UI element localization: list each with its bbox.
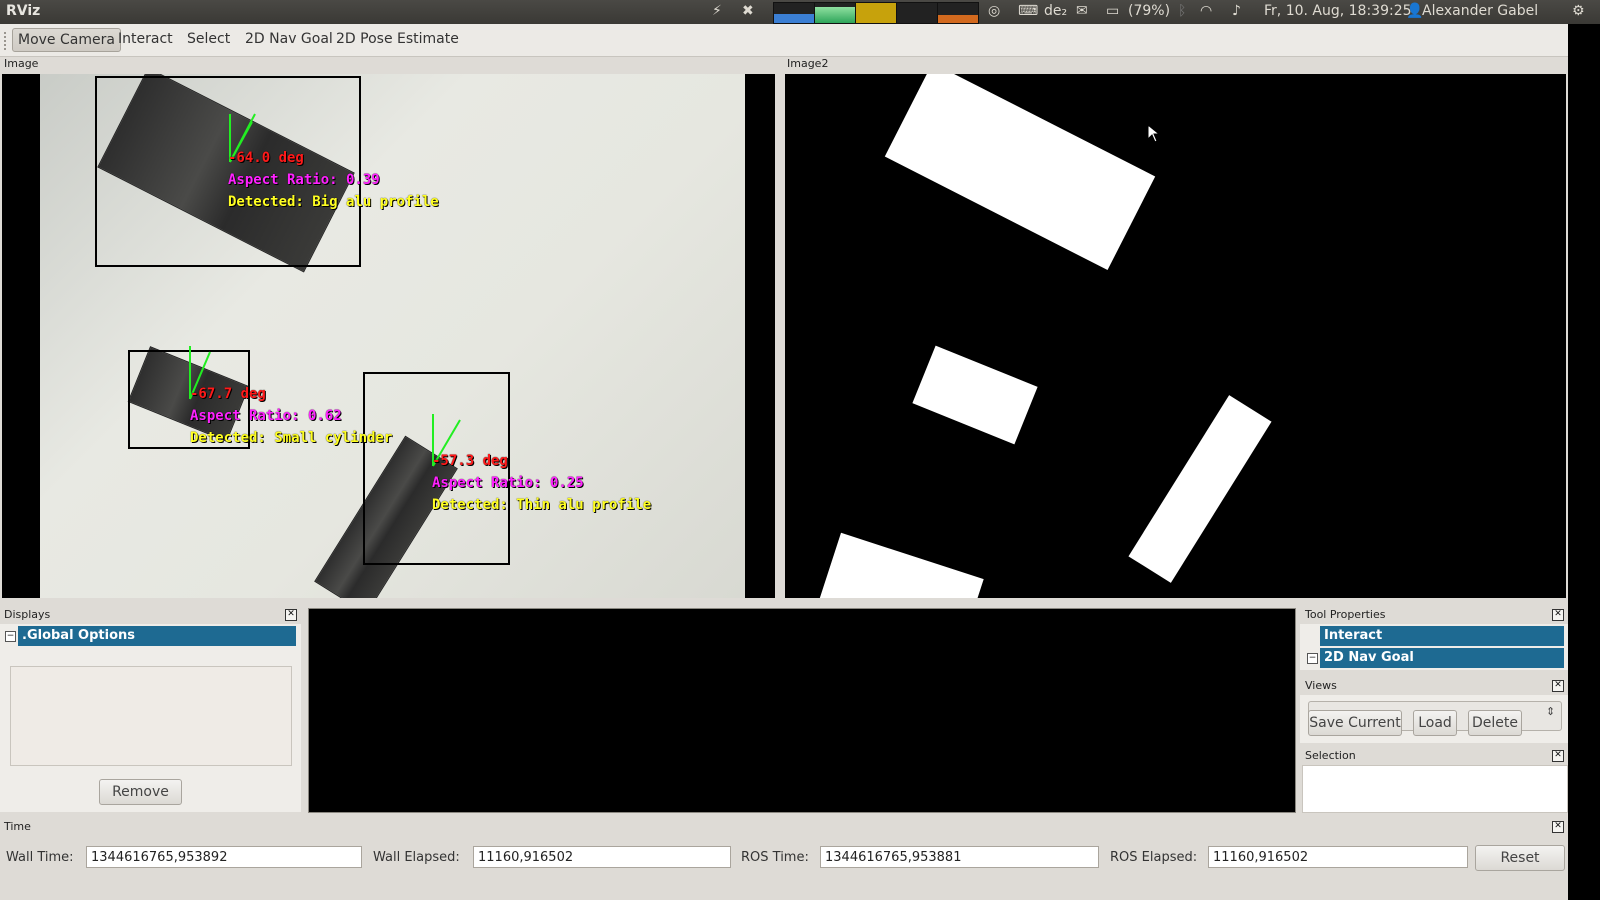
tool-properties-panel: Interact − 2D Nav Goal [1300, 624, 1568, 670]
spin-arrows-icon[interactable]: ⇕ [1546, 705, 1555, 718]
wall-time-field[interactable]: 1344616765,953892 [86, 846, 362, 868]
toolbar-grip[interactable] [4, 32, 9, 50]
tool-2d-pose-estimate[interactable]: 2D Pose Estimate [331, 28, 464, 50]
swap-meter[interactable] [896, 2, 938, 24]
views-panel: ⇕ Save Current Load Delete [1300, 695, 1568, 743]
save-current-button[interactable]: Save Current [1308, 710, 1402, 736]
time-title: Time [4, 820, 31, 833]
ros-elapsed-label: ROS Elapsed: [1110, 850, 1198, 865]
mouse-cursor-icon [1147, 124, 1161, 143]
collapse-icon[interactable]: − [5, 631, 16, 642]
reset-button[interactable]: Reset [1475, 845, 1565, 871]
user-name[interactable]: Alexander Gabel [1422, 3, 1538, 19]
keyboard-layout[interactable]: de₂ [1044, 3, 1067, 19]
image2-view[interactable] [785, 74, 1566, 598]
detection-class-thin: Detected: Thin alu profile [432, 497, 652, 513]
ros-time-field[interactable]: 1344616765,953881 [820, 846, 1099, 868]
load-meter[interactable] [937, 2, 979, 24]
mask-blob-partial [816, 532, 984, 598]
mail-icon[interactable]: ✉ [1076, 3, 1088, 19]
tool-properties-item-2d-nav-goal[interactable]: 2D Nav Goal [1320, 648, 1564, 668]
settings-gear-icon[interactable]: ⚙ [1572, 3, 1585, 19]
time-close-icon[interactable]: ✕ [1552, 821, 1564, 833]
clock[interactable]: Fr, 10. Aug, 18:39:25 [1264, 3, 1412, 19]
detection-class-small: Detected: Small cylinder [190, 430, 393, 446]
orientation-markers [189, 113, 461, 467]
tool-properties-close-icon[interactable]: ✕ [1552, 609, 1564, 621]
mask-blob-thin [1128, 395, 1272, 583]
bluetooth-icon[interactable]: ᛒ [1178, 3, 1186, 19]
views-title: Views [1305, 679, 1337, 692]
wifi-icon[interactable]: ◠ [1200, 3, 1212, 19]
tool-properties-item-interact[interactable]: Interact [1320, 626, 1564, 646]
keyboard-icon[interactable]: ⌨ [1018, 3, 1038, 19]
ros-elapsed-field[interactable]: 11160,916502 [1208, 846, 1468, 868]
detection-angle-big: -64.0 deg [228, 150, 304, 166]
detection-angle-small: -67.7 deg [190, 386, 266, 402]
app-title: RViz [6, 3, 41, 19]
system-top-panel: RViz ⚡ ✖ ◎ ⌨ de₂ ✉ ▭ (79%) ᛒ ◠ ♪ Fr, 10.… [0, 0, 1600, 24]
detection-aspect-thin: Aspect Ratio: 0.25 [432, 475, 584, 491]
tool-move-camera[interactable]: Move Camera [12, 28, 121, 52]
mask-blob-big [884, 74, 1156, 271]
memory-meter[interactable] [814, 2, 856, 24]
wall-elapsed-label: Wall Elapsed: [373, 850, 460, 865]
ubuntu-one-icon[interactable]: ◎ [988, 3, 1000, 19]
views-close-icon[interactable]: ✕ [1552, 680, 1564, 692]
volume-icon[interactable]: ♪ [1232, 3, 1241, 19]
delete-button[interactable]: Delete [1468, 710, 1522, 736]
network-meter[interactable] [855, 2, 897, 24]
detection-aspect-big: Aspect Ratio: 0.39 [228, 172, 380, 188]
mask-blob-small [912, 345, 1038, 445]
detection-aspect-small: Aspect Ratio: 0.62 [190, 408, 342, 424]
selection-title: Selection [1305, 749, 1356, 762]
battery-icon[interactable]: ▭ [1106, 3, 1119, 19]
tool-select[interactable]: Select [182, 28, 235, 50]
tool-properties-title: Tool Properties [1305, 608, 1386, 621]
tool-interact[interactable]: Interact [113, 28, 178, 50]
load-button[interactable]: Load [1413, 710, 1457, 736]
displays-close-icon[interactable]: ✕ [285, 609, 297, 621]
user-icon: 👤 [1406, 3, 1424, 19]
cpu-meter[interactable] [773, 2, 815, 24]
image2-panel-title: Image2 [787, 57, 829, 70]
dropbox-icon[interactable]: ✖ [742, 3, 754, 19]
wall-time-label: Wall Time: [6, 850, 74, 865]
camera-frame: -64.0 deg Aspect Ratio: 0.39 Detected: B… [40, 74, 745, 598]
ros-time-label: ROS Time: [741, 850, 809, 865]
detection-angle-thin: -57.3 deg [432, 453, 508, 469]
tool-toolbar: Move Camera Interact Select 2D Nav Goal … [0, 24, 1600, 57]
battery-percent[interactable]: (79%) [1128, 3, 1170, 19]
detection-class-big: Detected: Big alu profile [228, 194, 439, 210]
tool-2d-nav-goal[interactable]: 2D Nav Goal [240, 28, 338, 50]
render-3d-view[interactable] [308, 608, 1296, 813]
selection-close-icon[interactable]: ✕ [1552, 750, 1564, 762]
display-properties-area[interactable] [10, 666, 292, 766]
displays-panel: − .Global Options Remove [0, 624, 301, 812]
selection-panel[interactable] [1302, 765, 1568, 813]
image-panel-title: Image [4, 57, 39, 70]
expand-icon[interactable]: − [1307, 653, 1318, 664]
power-icon[interactable]: ⚡ [712, 3, 722, 19]
displays-title: Displays [4, 608, 51, 621]
displays-item-global-options[interactable]: .Global Options [18, 626, 296, 646]
remove-button[interactable]: Remove [99, 779, 182, 805]
desktop-edge [1568, 24, 1600, 900]
image-view[interactable]: -64.0 deg Aspect Ratio: 0.39 Detected: B… [2, 74, 775, 598]
wall-elapsed-field[interactable]: 11160,916502 [473, 846, 731, 868]
